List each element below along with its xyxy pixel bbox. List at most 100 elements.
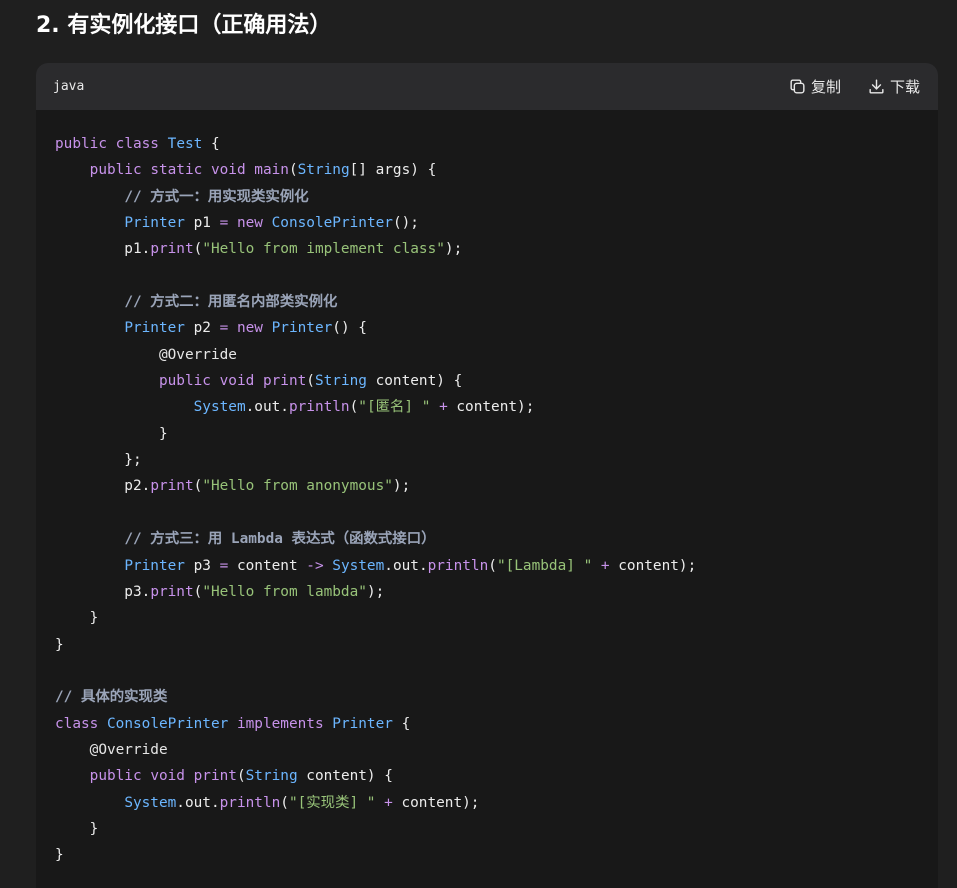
code-token: p3 — [184, 557, 220, 574]
code-token: . — [245, 399, 255, 416]
code-line: public static void main(String[] args) { — [55, 157, 696, 183]
copy-button-label: 复制 — [810, 78, 841, 96]
code-token: [] args) { — [349, 162, 437, 179]
code-token: } — [55, 610, 99, 627]
code-token: out — [184, 794, 211, 811]
code-token: -> — [306, 557, 324, 574]
code-line: System.out.println("[匿名] " + content); — [55, 394, 696, 420]
code-token: "Hello from anonymous" — [202, 478, 393, 495]
code-token: // 具体的实现类 — [55, 689, 168, 706]
code-token: = — [219, 320, 229, 337]
code-line: public void print(String content) { — [55, 763, 696, 789]
code-token: p2 — [184, 320, 220, 337]
code-token: ( — [236, 768, 246, 785]
code-token: print — [150, 241, 194, 258]
code-token: + — [384, 794, 393, 811]
copy-button[interactable]: 复制 — [788, 76, 841, 97]
code-token: new — [236, 215, 263, 232]
code-block: java 复制 下载 public class Test {public st… — [36, 63, 938, 888]
code-line: } — [55, 605, 696, 631]
code-line: ​ — [55, 500, 696, 526]
code-token: + — [439, 399, 448, 416]
section-heading: 2. 有实例化接口（正确用法） — [36, 13, 332, 38]
code-token: ( — [349, 399, 359, 416]
code-token: } — [55, 636, 64, 653]
code-token: println — [219, 794, 281, 811]
code-block-actions: 复制 下载 — [788, 76, 920, 97]
code-token: public — [158, 373, 211, 390]
download-icon — [867, 77, 886, 96]
code-token: @Override — [158, 346, 237, 363]
code-token: print — [193, 768, 237, 785]
code-content: public class Test { public static void m… — [55, 131, 696, 869]
code-token: content — [228, 557, 307, 574]
code-token: String — [297, 162, 350, 179]
code-token: . — [418, 557, 428, 574]
code-token: print — [262, 373, 307, 390]
code-token: "Hello from implement class" — [202, 241, 445, 258]
code-token: . — [384, 557, 393, 574]
code-token: ( — [306, 373, 315, 390]
code-language-label: java — [53, 79, 85, 94]
code-token: System — [332, 557, 385, 574]
download-button[interactable]: 下载 — [867, 76, 920, 97]
code-token: Test — [167, 136, 203, 152]
code-line: }; — [55, 447, 696, 473]
code-token: println — [427, 557, 489, 574]
code-token: out — [392, 557, 419, 574]
code-token: content); — [392, 794, 480, 811]
code-token: main — [254, 162, 289, 179]
code-token: . — [210, 794, 220, 811]
code-token: . — [280, 399, 289, 416]
code-token: public — [89, 768, 142, 785]
code-line: // 具体的实现类 — [55, 684, 696, 710]
code-line: public class Test { — [55, 131, 696, 157]
code-token: { — [202, 136, 220, 152]
code-token: . — [176, 794, 185, 811]
code-token: content) { — [366, 373, 463, 390]
code-token: new — [236, 320, 263, 337]
code-line: Printer p1 = new ConsolePrinter(); — [55, 210, 696, 236]
code-line: p3.print("Hello from lambda"); — [55, 579, 696, 605]
code-line: } — [55, 632, 696, 658]
code-token: }; — [55, 452, 142, 469]
code-token: () { — [332, 320, 367, 337]
code-token: ( — [193, 478, 203, 495]
code-token: class — [55, 715, 99, 732]
code-token: Printer — [332, 715, 393, 732]
code-token: public — [55, 136, 107, 152]
code-token: "[实现类] " — [288, 794, 376, 811]
code-token: Printer — [124, 320, 185, 337]
code-line: @Override — [55, 737, 696, 763]
code-token: String — [245, 768, 298, 785]
code-line: // 方式三：用 Lambda 表达式（函数式接口） — [55, 526, 696, 552]
code-token: ( — [193, 241, 203, 258]
code-token: ( — [280, 794, 289, 811]
code-token: Printer — [271, 320, 333, 337]
code-token: ( — [288, 162, 298, 179]
code-token: ); — [366, 583, 385, 600]
code-block-header: java 复制 下载 — [36, 63, 938, 110]
code-token: p1. — [55, 241, 151, 258]
code-token: p2. — [55, 478, 151, 495]
code-token: println — [288, 399, 350, 416]
code-token: ); — [392, 478, 411, 495]
code-token: void — [150, 768, 185, 785]
code-line: Printer p3 = content -> System.out.print… — [55, 553, 696, 579]
